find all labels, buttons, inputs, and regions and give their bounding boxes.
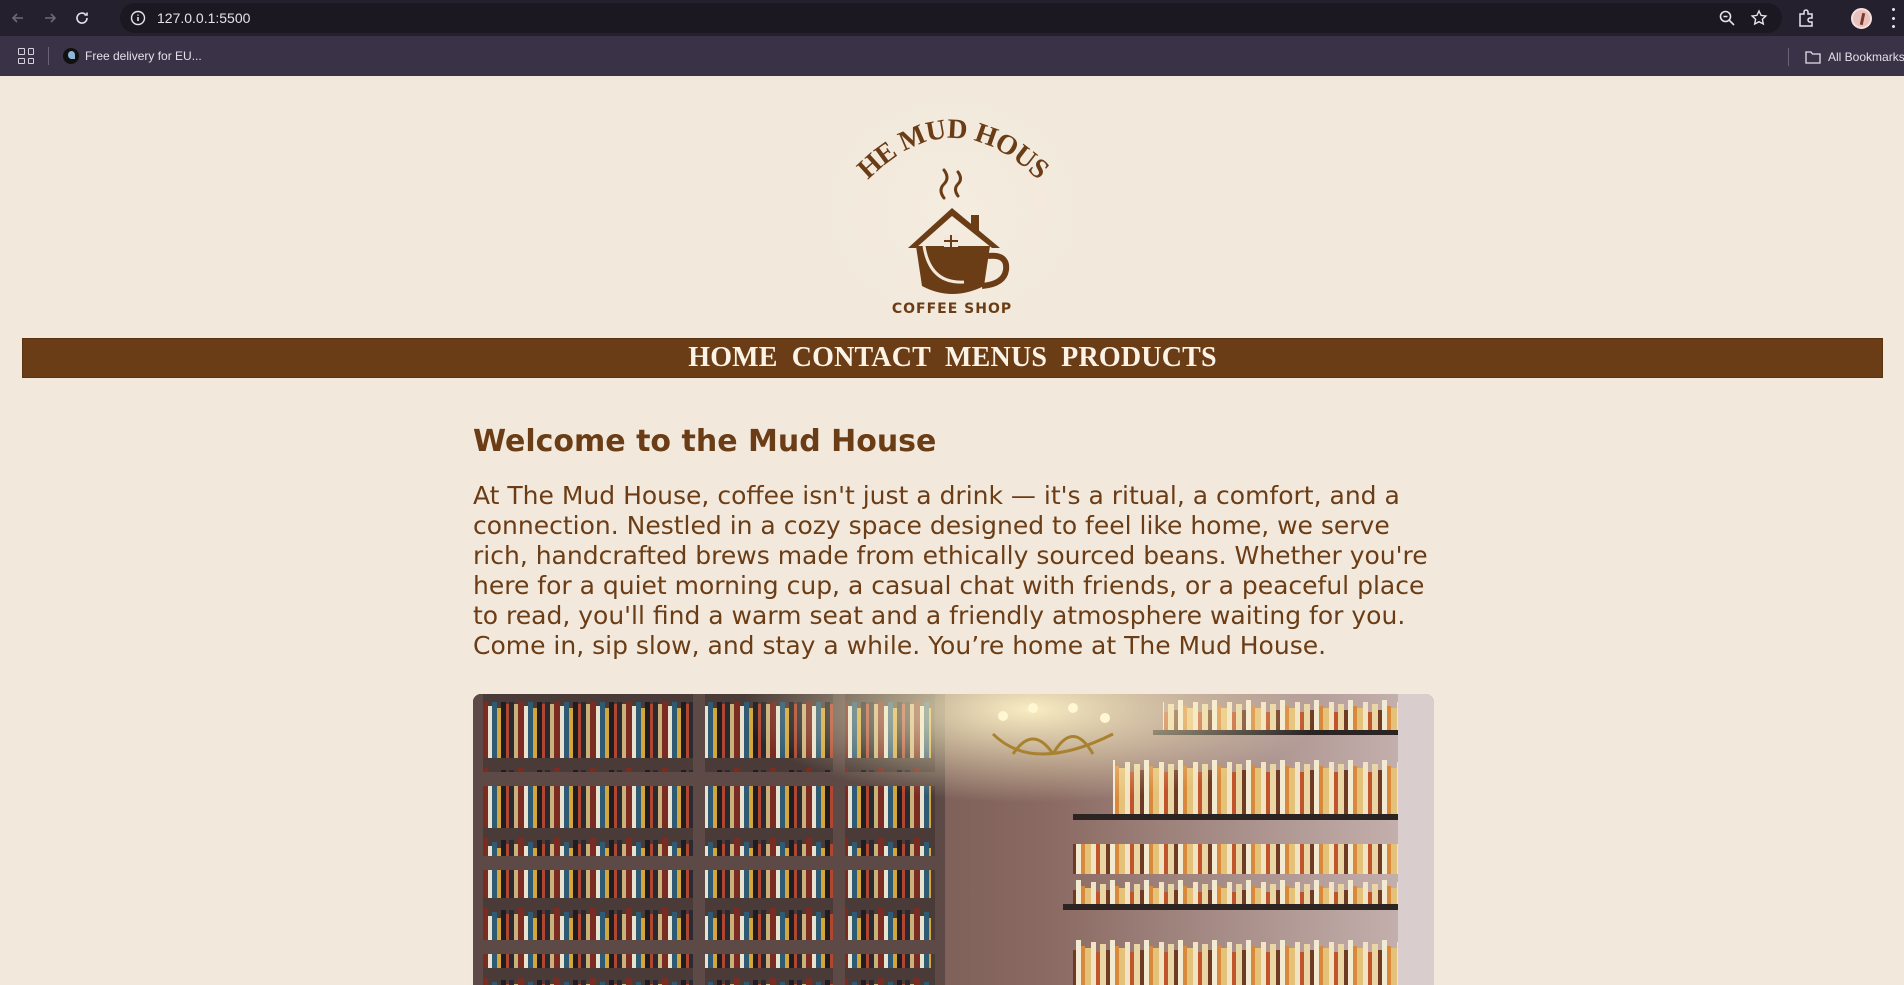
bookmark-label: Free delivery for EU... <box>85 49 202 63</box>
folder-icon <box>1805 51 1821 64</box>
all-bookmarks-label: All Bookmarks <box>1828 50 1904 64</box>
main-navigation: HOME CONTACT MENUS PRODUCTS <box>22 338 1883 378</box>
arrow-left-icon <box>11 13 23 23</box>
mud-house-logo[interactable]: THE MUD HOUSE COFFEE SHOP <box>824 98 1080 320</box>
browser-menu-icon[interactable] <box>1890 8 1896 28</box>
bookmarks-divider <box>48 47 49 65</box>
reload-button[interactable] <box>68 4 96 32</box>
nav-products-link[interactable]: PRODUCTS <box>1061 342 1217 374</box>
forward-button[interactable] <box>36 4 64 32</box>
zoom-icon[interactable] <box>1718 9 1736 27</box>
svg-text:COFFEE SHOP: COFFEE SHOP <box>892 301 1012 317</box>
welcome-paragraph: At The Mud House, coffee isn't just a dr… <box>473 481 1428 660</box>
welcome-section: Welcome to the Mud House At The Mud Hous… <box>473 424 1435 661</box>
address-bar[interactable]: 127.0.0.1:5500 <box>120 3 1782 33</box>
bookstore-cafe-photo <box>473 694 1434 985</box>
url-text[interactable]: 127.0.0.1:5500 <box>157 10 250 26</box>
reload-icon <box>76 12 88 24</box>
all-bookmarks-button[interactable]: All Bookmarks <box>1788 48 1904 66</box>
extensions-icon[interactable] <box>1796 8 1816 28</box>
bookmarks-divider-right <box>1788 48 1789 66</box>
site-info-icon[interactable] <box>130 10 146 26</box>
bookmarks-bar: Free delivery for EU... All Bookmarks <box>0 36 1904 76</box>
browser-toolbar: 127.0.0.1:5500 <box>0 0 1904 36</box>
nav-menus-link[interactable]: MENUS <box>945 342 1047 374</box>
back-button[interactable] <box>4 4 32 32</box>
page-viewport: THE MUD HOUSE COFFEE SHOP HOME CONTACT M… <box>0 76 1904 985</box>
apps-grid-icon[interactable] <box>18 48 34 64</box>
bookmark-free-delivery[interactable]: Free delivery for EU... <box>63 48 202 64</box>
profile-avatar[interactable] <box>1851 8 1872 29</box>
welcome-heading: Welcome to the Mud House <box>473 424 937 459</box>
bookmark-star-icon[interactable] <box>1750 9 1768 27</box>
nav-home-link[interactable]: HOME <box>688 342 777 374</box>
bookmark-favicon-icon <box>63 48 79 64</box>
nav-contact-link[interactable]: CONTACT <box>792 342 931 374</box>
arrow-right-icon <box>45 13 57 23</box>
